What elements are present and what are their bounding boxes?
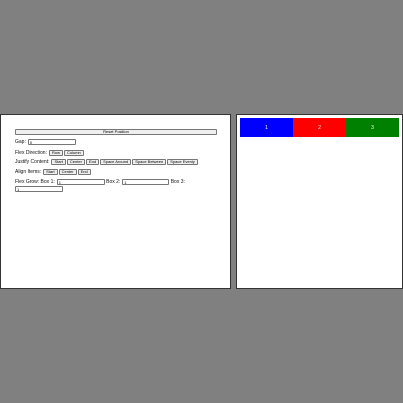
align-items-label: Align Items:	[15, 169, 42, 175]
align-center-button[interactable]: Center	[58, 169, 77, 175]
reset-position-button[interactable]: Reset Position	[15, 129, 217, 135]
flex-direction-label: Flex Direction:	[15, 150, 47, 156]
controls-panel: Reset Position Gap: Flex Direction:RowCo…	[0, 114, 231, 289]
justify-end-button[interactable]: End	[85, 159, 100, 165]
flex-grow-box1-input[interactable]	[56, 179, 105, 185]
preview-panel: 1 2 3	[236, 114, 403, 289]
direction-column-button[interactable]: Column	[63, 150, 84, 156]
flex-grow-box3-label: Box 3:	[170, 179, 185, 185]
flex-grow-box2-input[interactable]	[122, 179, 170, 185]
direction-row-button[interactable]: Row	[48, 150, 63, 156]
flex-container: 1 2 3	[240, 118, 399, 137]
justify-content-label: Justify Content:	[15, 159, 50, 165]
align-items-row: Align Items: Start Center End	[15, 169, 92, 175]
justify-space-evenly-button[interactable]: Space Evenly	[167, 159, 198, 165]
justify-space-around-button[interactable]: Space Around	[100, 159, 132, 165]
box-3: 3	[346, 118, 399, 137]
align-start-button[interactable]: Start	[43, 169, 58, 175]
flex-grow-box1-label: Flex Grow: Box 1:	[15, 179, 55, 185]
gap-row: Gap:	[15, 139, 76, 145]
align-end-button[interactable]: End	[77, 169, 91, 175]
flex-direction-row: Flex Direction: Row Column	[15, 150, 85, 156]
box-1: 1	[240, 118, 293, 137]
justify-space-between-button[interactable]: Space Between	[132, 159, 167, 165]
box-2: 2	[293, 118, 346, 137]
gap-label: Gap:	[15, 139, 26, 145]
flex-grow-box3-input[interactable]	[15, 186, 63, 192]
gap-input[interactable]	[27, 139, 76, 145]
justify-start-button[interactable]: Start	[51, 159, 66, 165]
justify-content-row: Justify Content: Start Center End Space Arou…	[15, 159, 199, 165]
flex-grow-row: Flex Grow: Box 1: Box 2: Box 3:	[15, 179, 187, 185]
flex-grow-box2-label: Box 2:	[106, 179, 121, 185]
justify-center-button[interactable]: Center	[66, 159, 85, 165]
